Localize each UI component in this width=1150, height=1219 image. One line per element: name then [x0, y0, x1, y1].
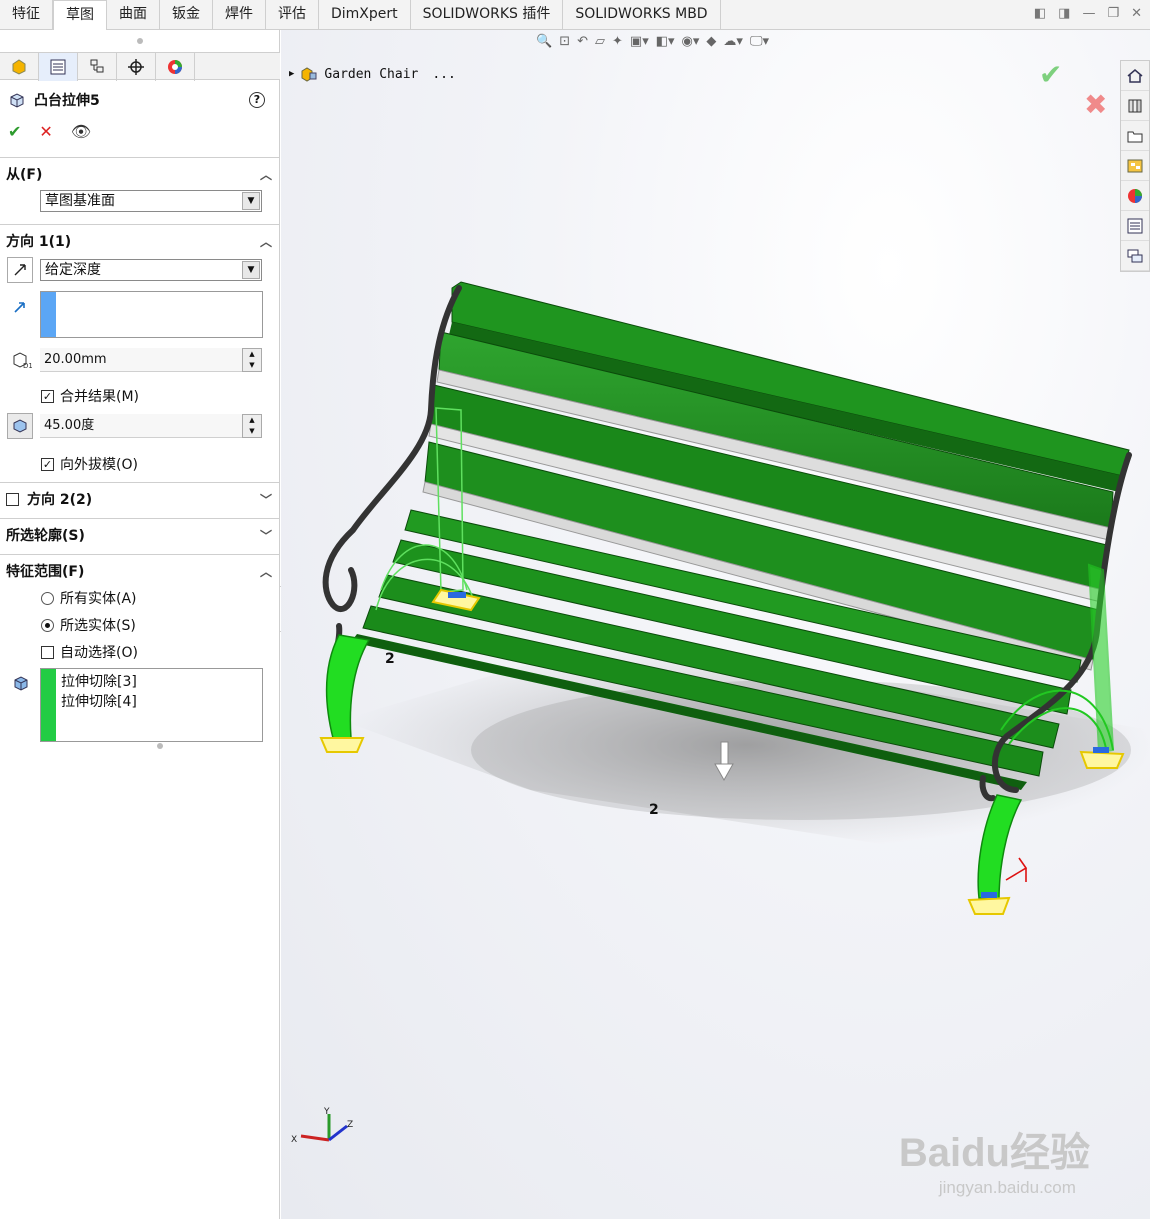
scope-header[interactable]: 特征范围(F) ︿ [0, 555, 280, 587]
auto-select-option[interactable]: 自动选择(O) [41, 642, 138, 662]
tile-left-icon[interactable]: ◧ [1034, 6, 1046, 21]
from-select[interactable]: 草图基准面 ▼ [40, 190, 262, 212]
command-tab[interactable]: 特征 [0, 0, 53, 29]
draft-angle-spin-arrows[interactable]: ▲ ▼ [242, 414, 262, 438]
all-bodies-option[interactable]: 所有实体(A) [41, 588, 137, 608]
merge-result-option[interactable]: ✓ 合并结果(M) [41, 386, 139, 406]
selected-bodies-option[interactable]: 所选实体(S) [41, 615, 136, 635]
chevron-up-icon[interactable]: ︿ [260, 166, 272, 183]
chevron-down-icon[interactable]: ▼ [242, 192, 260, 210]
end-condition-select[interactable]: 给定深度 ▼ [40, 259, 262, 281]
svg-text:X: X [291, 1135, 297, 1145]
splitter-handle[interactable] [137, 38, 143, 44]
front-left-leg[interactable] [319, 634, 371, 753]
command-tab[interactable]: 草图 [53, 0, 107, 31]
eye-icon[interactable]: 👁 [71, 122, 91, 141]
bodies-list[interactable]: 拉伸切除[3] 拉伸切除[4] [40, 668, 263, 742]
reverse-direction-button[interactable] [7, 257, 33, 283]
dimension-label[interactable]: 2 [649, 802, 659, 818]
chevron-down-icon[interactable]: ﹀ [260, 527, 272, 544]
direction2-header[interactable]: 方向 2(2) ﹀ [0, 483, 280, 515]
contours-section: 所选轮廓(S) ﹀ [0, 518, 280, 551]
dimension-label[interactable]: 2 [385, 651, 395, 667]
reverse-direction-icon [14, 264, 26, 276]
direction-vector-list[interactable] [40, 291, 263, 338]
checkmark-icon[interactable]: ✔ [8, 122, 21, 141]
chevron-up-icon[interactable]: ︿ [260, 563, 272, 580]
direction-vector-icon [14, 302, 25, 313]
chevron-down-icon[interactable]: ▼ [242, 261, 260, 279]
svg-text:D1: D1 [23, 362, 32, 370]
property-manager-tab[interactable] [39, 53, 78, 81]
contours-header[interactable]: 所选轮廓(S) ﹀ [0, 519, 280, 551]
direction2-section: 方向 2(2) ﹀ [0, 482, 280, 515]
configuration-manager-tab[interactable] [78, 53, 117, 81]
chevron-up-icon[interactable]: ︿ [260, 233, 272, 250]
minimize-icon[interactable]: — [1082, 6, 1095, 21]
display-manager-tab[interactable] [156, 53, 195, 81]
window-controls: ◧ ◨ — ❐ ✕ [1034, 6, 1142, 21]
list-item[interactable]: 拉伸切除[4] [61, 691, 137, 711]
list-item[interactable]: 拉伸切除[3] [61, 671, 137, 691]
dimxpert-manager-tab[interactable] [117, 53, 156, 81]
property-manager: 凸台拉伸5 ? ✔ ✕ 👁 从(F) ︿ 草图基准面 ▼ 方向 1(1) ︿ 给… [0, 30, 280, 1219]
direction1-section: 方向 1(1) ︿ [0, 224, 280, 257]
restore-icon[interactable]: ❐ [1107, 6, 1119, 21]
bench-model[interactable]: 2 2 Y X Z [281, 30, 1150, 1219]
feature-actions: ✔ ✕ 👁 [8, 122, 91, 141]
svg-text:Y: Y [323, 1107, 330, 1117]
draft-outward-option[interactable]: ✓ 向外拔模(O) [41, 454, 138, 474]
x-icon[interactable]: ✕ [39, 122, 52, 141]
close-icon[interactable]: ✕ [1131, 6, 1142, 21]
command-tab[interactable]: SOLIDWORKS 插件 [411, 0, 564, 29]
from-section: 从(F) ︿ [0, 157, 280, 190]
feature-manager-tab[interactable] [0, 53, 39, 81]
graphics-area[interactable]: 🔍 ⊡ ↶ ▱ ✦ ▣▾ ◧▾ ◉▾ ◆ ☁▾ 🖵▾ ▶ Garden Chai… [281, 30, 1150, 1219]
command-tab[interactable]: 评估 [266, 0, 319, 29]
draft-angle-input[interactable]: 45.00度 ▲ ▼ [40, 414, 262, 438]
feature-title-text: 凸台拉伸5 [34, 93, 100, 109]
boss-extrude-icon [10, 93, 24, 108]
command-tab[interactable]: 曲面 [107, 0, 160, 29]
solid-body-icon [14, 676, 28, 691]
draft-icon [13, 419, 27, 433]
from-header[interactable]: 从(F) ︿ [0, 158, 280, 190]
manager-tabs [0, 52, 280, 81]
direction1-header[interactable]: 方向 1(1) ︿ [0, 225, 280, 257]
watermark: Baidu经验 jingyan.baidu.com [898, 1131, 1090, 1197]
draft-outward-checkbox[interactable]: ✓ [41, 457, 54, 471]
auto-select-checkbox[interactable] [41, 645, 54, 659]
all-bodies-radio[interactable] [41, 591, 54, 605]
depth-icon: D1 [13, 352, 32, 370]
list-resize-handle[interactable] [157, 743, 163, 749]
draft-toggle-button[interactable] [7, 413, 33, 439]
feature-title: 凸台拉伸5 [8, 90, 100, 110]
selected-bodies-radio[interactable] [41, 618, 54, 632]
scope-section: 特征范围(F) ︿ [0, 554, 280, 587]
depth-input[interactable]: 20.00mm ▲ ▼ [40, 348, 262, 372]
help-icon[interactable]: ? [249, 92, 265, 108]
reference-triad: Y X Z [291, 1107, 353, 1145]
tile-right-icon[interactable]: ◨ [1058, 6, 1070, 21]
svg-text:Z: Z [347, 1120, 353, 1130]
merge-result-checkbox[interactable]: ✓ [41, 389, 54, 403]
command-tab[interactable]: 焊件 [213, 0, 266, 29]
chevron-down-icon[interactable]: ﹀ [260, 491, 272, 508]
direction2-checkbox[interactable] [6, 492, 19, 506]
command-tab[interactable]: 钣金 [160, 0, 213, 29]
command-manager-tabs: 特征 草图 曲面 钣金 焊件 评估 DimXpert SOLIDWORKS 插件 SOLIDWO… [0, 0, 1150, 31]
depth-spin-arrows[interactable]: ▲ ▼ [242, 348, 262, 372]
command-tab[interactable]: SOLIDWORKS MBD [563, 0, 721, 29]
command-tab[interactable]: DimXpert [319, 0, 411, 29]
